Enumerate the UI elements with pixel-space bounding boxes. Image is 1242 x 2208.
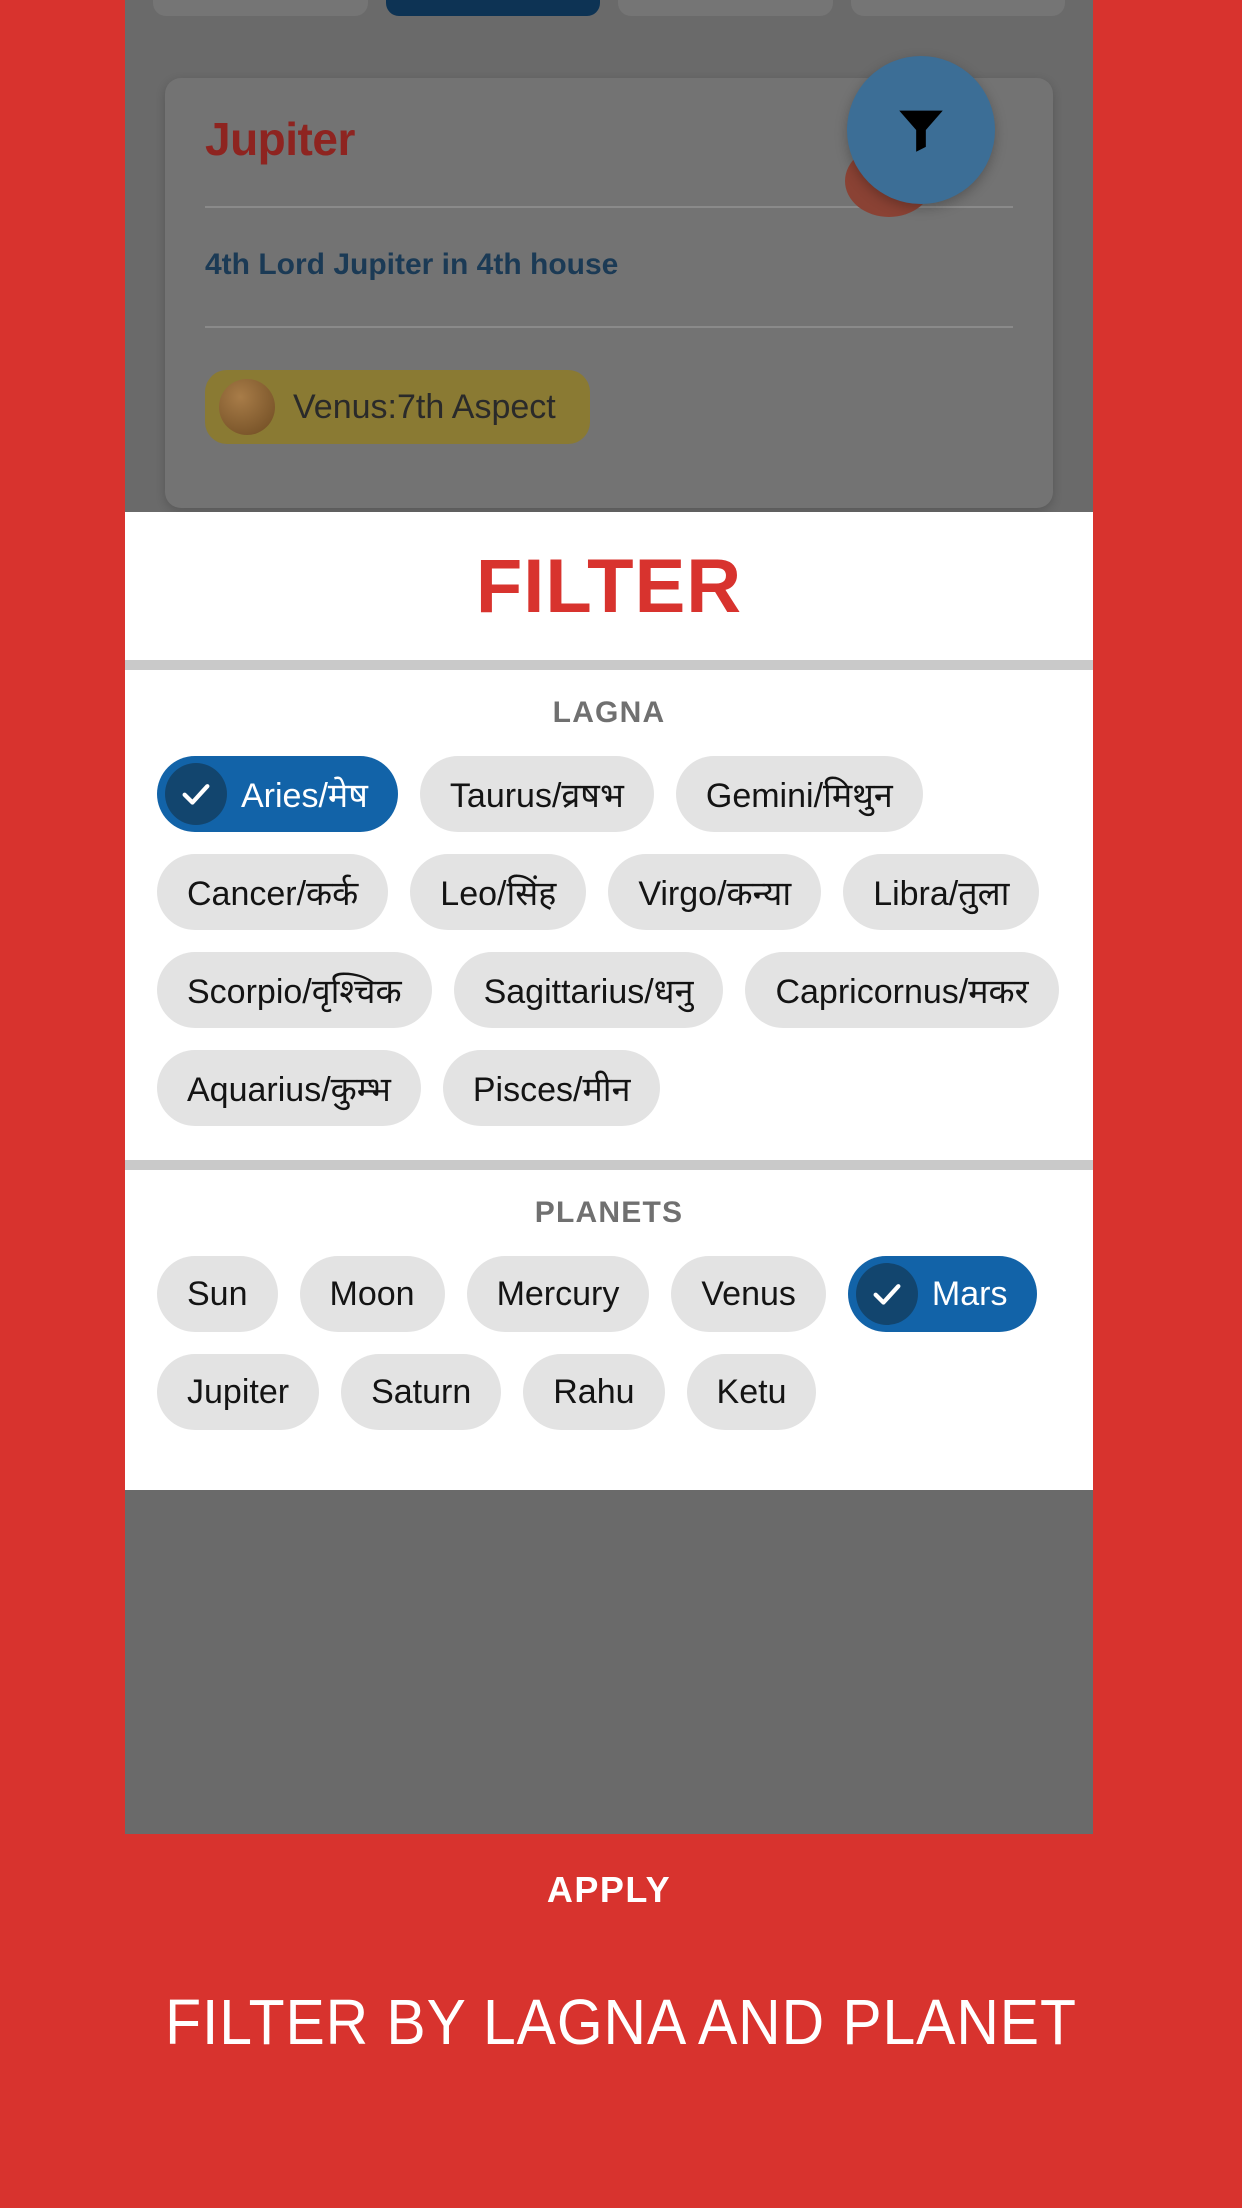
planet-chip-ketu[interactable]: Ketu — [686, 1354, 817, 1430]
planet-chip-sun[interactable]: Sun — [157, 1256, 278, 1332]
lagna-chip-label: Cancer/कर्क — [187, 875, 359, 913]
divider-top — [125, 660, 1093, 670]
filter-fab-button[interactable] — [847, 56, 995, 204]
lagna-chip-aries[interactable]: Aries/मेष — [157, 756, 398, 832]
apply-button-label: APPLY — [546, 1869, 672, 1910]
divider-middle — [125, 1160, 1093, 1170]
lagna-section: LAGNA Aries/मेष Taurus/व्रषभ Gemini/मिथु… — [125, 670, 1093, 1160]
planet-chip-saturn[interactable]: Saturn — [341, 1354, 502, 1430]
lagna-chip-scorpio[interactable]: Scorpio/वृश्चिक — [157, 952, 432, 1028]
tab-1-active[interactable] — [385, 0, 600, 16]
filter-funnel-icon — [892, 101, 950, 159]
planet-chip-label: Saturn — [371, 1372, 472, 1411]
aspect-chip-label: Venus:7th Aspect — [293, 387, 556, 426]
planet-chip-rahu[interactable]: Rahu — [523, 1354, 665, 1430]
lagna-chip-label: Gemini/मिथुन — [705, 777, 893, 815]
lagna-chip-label: Taurus/व्रषभ — [449, 777, 624, 815]
dialog-header: FILTER — [125, 512, 1093, 660]
lagna-chip-leo[interactable]: Leo/सिंह — [410, 854, 587, 930]
planet-avatar-icon — [219, 379, 275, 435]
lagna-chip-label: Sagittarius/धनु — [483, 973, 694, 1011]
aspect-chip[interactable]: Venus:7th Aspect — [205, 370, 590, 444]
tab-3[interactable] — [850, 0, 1065, 16]
dialog-title: FILTER — [475, 543, 743, 629]
planet-chip-label: Ketu — [716, 1372, 787, 1411]
planet-chip-moon[interactable]: Moon — [299, 1256, 445, 1332]
check-icon — [165, 763, 227, 825]
tab-0[interactable] — [153, 0, 368, 16]
lagna-chip-label: Capricornus/मकर — [775, 973, 1029, 1011]
planets-section: PLANETS Sun Moon Mercury Venus Mars Jupi… — [125, 1170, 1093, 1490]
lagna-chip-aquarius[interactable]: Aquarius/कुम्भ — [157, 1050, 421, 1126]
planet-chip-label: Mars — [931, 1274, 1008, 1313]
card-divider-2 — [205, 326, 1013, 328]
filter-dialog: FILTER LAGNA Aries/मेष Taurus/व्रषभ Gemi… — [125, 512, 1093, 1490]
lagna-chip-label: Scorpio/वृश्चिक — [187, 973, 402, 1011]
lagna-section-label: LAGNA — [552, 696, 666, 729]
screenshot-caption: FILTER BY LAGNA AND PLANET — [165, 1986, 1077, 2058]
apply-button[interactable]: APPLY — [125, 1834, 1093, 1946]
lagna-chip-label: Pisces/मीन — [472, 1071, 631, 1109]
planet-chip-mercury[interactable]: Mercury — [466, 1256, 650, 1332]
planet-chip-label: Jupiter — [187, 1372, 290, 1411]
planet-chip-label: Sun — [187, 1274, 248, 1313]
planets-chip-group: Sun Moon Mercury Venus Mars Jupiter Satu… — [125, 1256, 1093, 1430]
lagna-chip-group: Aries/मेष Taurus/व्रषभ Gemini/मिथुन Canc… — [125, 756, 1093, 1126]
planet-chip-label: Moon — [329, 1274, 415, 1313]
lagna-chip-libra[interactable]: Libra/तुला — [843, 854, 1040, 930]
lagna-chip-label: Leo/सिंह — [440, 875, 557, 913]
lagna-chip-taurus[interactable]: Taurus/व्रषभ — [419, 756, 654, 832]
top-tab-bar — [125, 0, 1093, 16]
lagna-chip-label: Libra/तुला — [873, 875, 1010, 913]
lagna-chip-label: Aquarius/कुम्भ — [187, 1071, 391, 1109]
card-subtitle: 4th Lord Jupiter in 4th house — [205, 248, 619, 281]
lagna-chip-virgo[interactable]: Virgo/कन्या — [608, 854, 822, 930]
lagna-chip-gemini[interactable]: Gemini/मिथुन — [675, 756, 923, 832]
lagna-chip-label: Virgo/कन्या — [638, 875, 792, 913]
lagna-chip-sagittarius[interactable]: Sagittarius/धनु — [453, 952, 724, 1028]
lagna-chip-capricornus[interactable]: Capricornus/मकर — [745, 952, 1059, 1028]
lagna-chip-cancer[interactable]: Cancer/कर्क — [157, 854, 389, 930]
planet-chip-label: Rahu — [553, 1372, 635, 1411]
lagna-chip-label: Aries/मेष — [241, 777, 368, 815]
planet-chip-venus[interactable]: Venus — [671, 1256, 826, 1332]
planet-chip-label: Mercury — [496, 1274, 620, 1313]
lagna-chip-pisces[interactable]: Pisces/मीन — [442, 1050, 661, 1126]
planets-section-label: PLANETS — [534, 1196, 684, 1229]
check-icon — [855, 1263, 918, 1325]
planet-chip-mars[interactable]: Mars — [847, 1256, 1038, 1332]
planet-chip-jupiter[interactable]: Jupiter — [157, 1354, 320, 1430]
planet-chip-label: Venus — [701, 1274, 796, 1313]
tab-2[interactable] — [618, 0, 833, 16]
